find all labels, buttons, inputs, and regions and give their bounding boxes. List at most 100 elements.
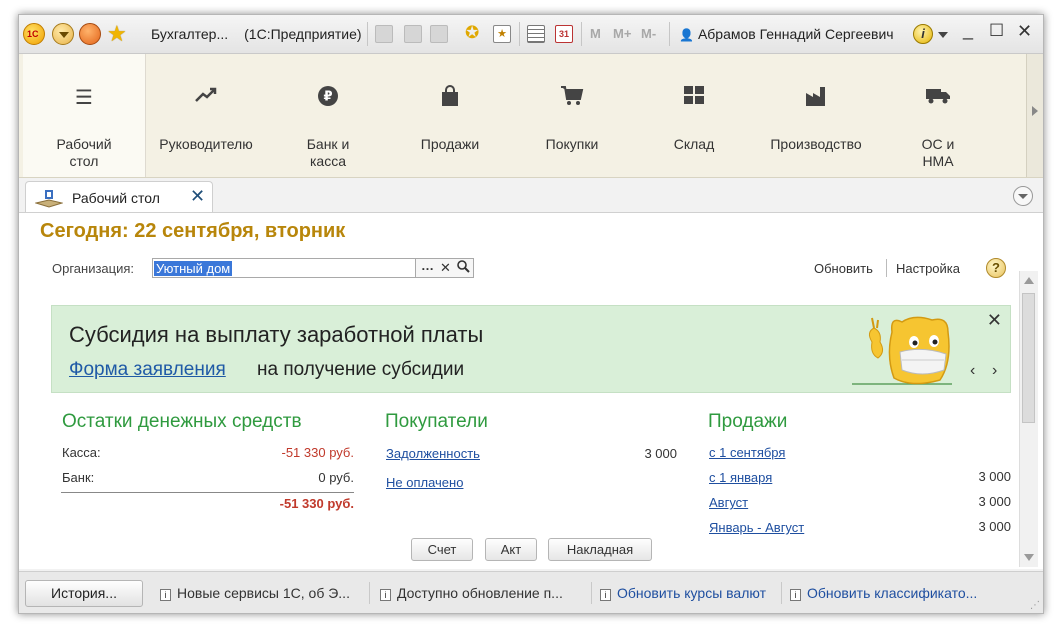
sales-jan-aug-link[interactable]: Январь - Август [709,520,804,535]
cash-register-label: Касса: [62,445,101,460]
section-sales[interactable]: Продажи [389,54,511,177]
trend-chart-icon [145,85,267,111]
close-button[interactable]: ✕ [1017,21,1032,42]
sales-title: Продажи [708,411,788,432]
debt-link[interactable]: Задолженность [386,446,480,461]
favorites-star-icon[interactable]: ★ [107,21,127,47]
section-fixed-assets[interactable]: ОС и НМА [877,54,999,177]
scroll-down-icon[interactable] [1024,554,1034,561]
banner-close-icon[interactable]: ✕ [987,310,1002,331]
notification-update-rates[interactable]: i Обновить курсы валют [600,585,766,601]
invoice-button[interactable]: Счет [411,538,473,561]
info-icon[interactable]: i [913,24,933,44]
title-bar: 1С ★ Бухгалтер... (1С:Предприятие) ✪ ★ 31… [19,15,1043,54]
memory-minus-button[interactable]: M- [641,26,656,41]
today-heading: Сегодня: 22 сентября, вторник [40,220,346,242]
favorite-link-icon[interactable]: ★ [493,25,511,43]
chevron-down-icon[interactable] [938,32,948,38]
organization-input[interactable]: Уютный дом [152,258,416,278]
print-icon[interactable] [404,25,422,43]
banner-text: на получение субсидии [257,359,465,380]
sales-august-value: 3 000 [978,494,1011,509]
info-icon: i [380,589,391,601]
info-icon: i [790,589,801,601]
svg-text:₽: ₽ [323,90,332,105]
calendar-icon[interactable]: 31 [555,25,573,43]
banner-prev-icon[interactable]: ‹ [970,362,975,380]
sales-since-january-link[interactable]: с 1 января [709,470,772,485]
unpaid-link[interactable]: Не оплачено [386,475,463,490]
scroll-thumb[interactable] [1022,293,1035,423]
current-user[interactable]: 👤 Абрамов Геннадий Сергеевич [679,26,894,42]
menu-lines-icon: ☰ [75,87,93,109]
save-icon[interactable] [375,25,393,43]
help-icon[interactable]: ? [986,258,1006,278]
sections-panel: ☰ Рабочий стол Руководителю ₽ Банк и кас… [19,54,1043,178]
history-button[interactable]: История... [25,580,143,607]
desktop-icon [34,188,64,208]
tab-close-icon[interactable]: ✕ [190,186,205,207]
truck-icon [877,85,999,111]
toolbar-separator [669,22,670,46]
bank-label: Банк: [62,470,95,485]
scroll-up-icon[interactable] [1024,277,1034,284]
cash-register-value: -51 330 руб. [281,445,355,460]
settings-link[interactable]: Настройка [896,261,960,276]
waybill-button[interactable]: Накладная [548,538,652,561]
clear-icon[interactable]: ✕ [440,260,451,276]
memory-plus-button[interactable]: M+ [613,26,631,41]
search-icon[interactable] [457,260,470,276]
memory-button[interactable]: M [590,26,601,41]
user-icon: 👤 [679,28,694,42]
section-manager[interactable]: Руководителю [145,54,267,177]
warehouse-grid-icon [633,85,755,111]
sections-scroll-right[interactable] [1026,54,1043,177]
notification-update-available[interactable]: i Доступно обновление п... [380,585,563,601]
desktop-content: Сегодня: 22 сентября, вторник Организаци… [19,213,1043,569]
content-scrollbar[interactable] [1019,271,1038,567]
status-separator [591,582,592,604]
resize-grip-icon[interactable]: ⋰ [1030,600,1040,611]
tabs-dropdown-icon[interactable] [1013,186,1033,206]
bank-value: 0 руб. [318,470,354,485]
section-production[interactable]: Производство [755,54,877,177]
sales-august-link[interactable]: Август [709,495,748,510]
banner-form-link[interactable]: Форма заявления [69,359,226,381]
section-warehouse[interactable]: Склад [633,54,755,177]
select-ellipsis-button[interactable]: … [421,258,434,273]
functions-menu-button[interactable] [79,23,101,45]
debt-value: 3 000 [644,446,677,461]
app-title: Бухгалтер... (1С:Предприятие) [151,26,362,42]
notification-update-classifiers[interactable]: i Обновить классификато... [790,585,977,601]
section-bank-cash[interactable]: ₽ Банк и касса [267,54,389,177]
shopping-bag-icon [389,85,511,113]
organization-buttons: … ✕ [416,258,474,278]
preview-icon[interactable] [430,25,448,43]
app-window: 1С ★ Бухгалтер... (1С:Предприятие) ✪ ★ 31… [18,14,1044,614]
cash-total-value: -51 330 руб. [279,496,354,511]
sales-since-january-value: 3 000 [978,469,1011,484]
add-favorite-icon[interactable]: ✪ [465,23,483,42]
logo-1c-icon[interactable]: 1С [23,23,45,45]
minimize-button[interactable]: _ [963,20,973,41]
organization-label: Организация: [52,261,135,276]
cat-mascot-icon [852,312,952,388]
calculator-icon[interactable] [527,25,545,43]
toolbar-separator [519,22,520,46]
ruble-coin-icon: ₽ [267,85,389,113]
maximize-button[interactable]: ☐ [989,21,1004,41]
sales-jan-aug-value: 3 000 [978,519,1011,534]
notification-new-services[interactable]: i Новые сервисы 1С, об Э... [160,585,350,601]
cart-icon [511,85,633,113]
act-button[interactable]: Акт [485,538,537,561]
section-purchases[interactable]: Покупки [511,54,633,177]
cash-balance-title: Остатки денежных средств [62,411,302,432]
banner-title: Субсидия на выплату заработной платы [69,322,484,347]
refresh-link[interactable]: Обновить [814,261,873,276]
status-separator [369,582,370,604]
main-menu-button[interactable] [52,23,74,45]
tab-desktop[interactable]: Рабочий стол ✕ [25,181,213,212]
section-desktop[interactable]: ☰ Рабочий стол [23,54,146,177]
sales-since-september-link[interactable]: с 1 сентября [709,445,785,460]
banner-next-icon[interactable]: › [992,362,997,380]
